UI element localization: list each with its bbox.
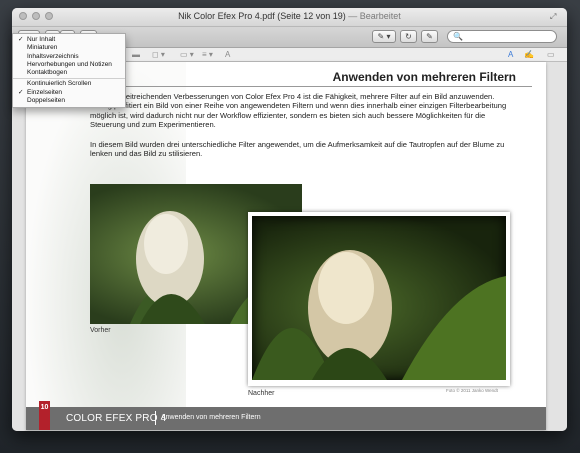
- rotate-button[interactable]: ↻: [400, 30, 417, 43]
- menu-item-label: Kontinuierlich Scrollen: [27, 80, 92, 88]
- menu-item-label: Hervorhebungen und Notizen: [27, 60, 112, 68]
- text-tool-icon[interactable]: ▬: [132, 50, 140, 59]
- document-area[interactable]: Anwenden von mehreren Filtern Eine der w…: [12, 62, 567, 431]
- footer-brand: COLOR EFEX PRO 4: [66, 413, 167, 424]
- page-tool-icon[interactable]: ▭: [547, 50, 555, 59]
- footer-separator: [155, 411, 156, 425]
- menu-item-label: Nur Inhalt: [27, 36, 56, 43]
- signature-icon[interactable]: ✍: [524, 50, 534, 59]
- page-heading: Anwenden von mehreren Filtern: [332, 70, 516, 84]
- menu-item-two-pages[interactable]: Doppelseiten: [13, 97, 125, 105]
- color-tool-icon[interactable]: ▭ ▾: [180, 50, 194, 59]
- pdf-page: Anwenden von mehreren Filtern Eine der w…: [26, 62, 546, 430]
- edited-status: — Bearbeitet: [348, 11, 401, 21]
- page-number: 10: [39, 401, 50, 430]
- after-photo: [252, 216, 506, 380]
- menu-item-label: Kontaktbogen: [27, 69, 68, 77]
- text-box-icon[interactable]: A: [508, 50, 513, 59]
- window-title: Nik Color Efex Pro 4.pdf (Seite 12 von 1…: [12, 11, 567, 21]
- menu-item-single-page[interactable]: ✓ Einzelseiten: [13, 89, 125, 97]
- edit-button[interactable]: ✎: [421, 30, 438, 43]
- footer-section-title: Anwenden von mehreren Filtern: [161, 414, 261, 421]
- checkmark-icon: ✓: [18, 88, 24, 96]
- fullscreen-icon[interactable]: ⤢: [550, 12, 559, 21]
- annotate-button[interactable]: ✎ ▾: [372, 30, 396, 43]
- photo-credit: Foto © 2011 Janko Wendt: [446, 388, 498, 393]
- checkmark-icon: ✓: [18, 36, 24, 43]
- title-bar: Nik Color Efex Pro 4.pdf (Seite 12 von 1…: [12, 8, 567, 27]
- menu-item-continuous-scroll[interactable]: Kontinuierlich Scrollen: [13, 80, 125, 88]
- menu-item-contact-sheet[interactable]: Kontaktbogen: [13, 69, 125, 77]
- line-tool-icon[interactable]: ≡ ▾: [202, 50, 213, 59]
- document-title: Nik Color Efex Pro 4.pdf (Seite 12 von 1…: [178, 11, 346, 21]
- page-footer: 10 COLOR EFEX PRO 4 Anwenden von mehrere…: [26, 401, 546, 430]
- paragraph-1: Eine der weitreichenden Verbesserungen v…: [90, 92, 507, 130]
- after-photo-frame: [248, 212, 510, 386]
- menu-item-highlights-notes[interactable]: Hervorhebungen und Notizen: [13, 61, 125, 69]
- menu-item-label: Doppelseiten: [27, 97, 65, 105]
- menu-item-thumbnails[interactable]: Miniaturen: [13, 44, 125, 52]
- shape-tool-icon[interactable]: ◻ ▾: [152, 50, 165, 59]
- menu-item-table-of-contents[interactable]: Inhaltsverzeichnis: [13, 53, 125, 61]
- font-tool-icon[interactable]: A: [225, 50, 230, 59]
- paragraph-2: In diesem Bild wurden drei unterschiedli…: [90, 140, 505, 159]
- menu-separator: [13, 78, 125, 80]
- view-menu: ✓ Nur Inhalt Miniaturen Inhaltsverzeichni…: [12, 33, 126, 109]
- caption-after: Nachher: [248, 390, 275, 397]
- caption-before: Vorher: [90, 327, 111, 334]
- search-field[interactable]: 🔍: [447, 30, 557, 43]
- menu-item-label: Inhaltsverzeichnis: [27, 52, 79, 60]
- menu-item-label: Einzelseiten: [27, 88, 63, 96]
- flower-image-stylized: [252, 250, 506, 380]
- menu-item-label: Miniaturen: [27, 44, 58, 52]
- menu-item-content-only[interactable]: ✓ Nur Inhalt: [13, 36, 125, 44]
